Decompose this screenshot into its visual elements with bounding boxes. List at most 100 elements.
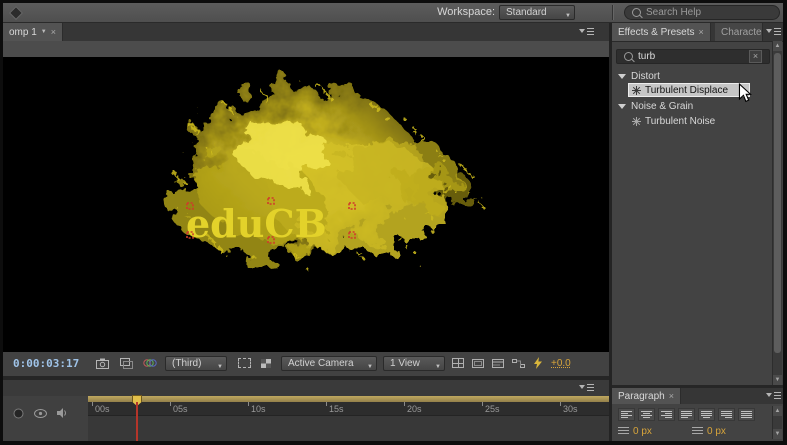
playhead-line[interactable] [136,402,138,441]
right-panel-stack: Effects & Presets × Characte turb × Dist… [612,23,783,441]
effect-item-label: Turbulent Noise [645,115,716,127]
chevron-down-icon: ▼ [217,364,223,370]
paragraph-content: 0 px 0 px ▲ ▼ [612,404,783,441]
panel-menu-icon[interactable] [579,26,594,37]
tab-paragraph[interactable]: Paragraph × [612,388,681,404]
mouse-cursor-icon [738,83,752,103]
close-icon[interactable]: × [669,391,674,401]
channels-icon[interactable] [141,356,159,370]
effects-group-distort[interactable]: Distort [618,69,660,84]
scroll-up-icon[interactable]: ▲ [773,41,782,51]
panel-menu-icon[interactable] [766,390,781,401]
ruler-tick-label: 25s [485,404,500,414]
fast-preview-icon[interactable] [529,356,547,370]
indent-left-icon [618,427,629,436]
timeline-header-bar [3,380,609,397]
eye-icon[interactable] [31,406,49,420]
mini-timeline-icon[interactable] [489,356,507,370]
timeline-left-column [3,396,89,441]
close-icon[interactable]: × [699,27,704,37]
chevron-down-icon: ▼ [565,13,571,19]
camera-view-dropdown[interactable]: Active Camera ▼ [281,356,377,371]
align-center-button[interactable] [638,408,655,421]
help-search-input[interactable]: Search Help [624,5,780,20]
resolution-dropdown[interactable]: (Third) ▼ [165,356,227,371]
scrollbar-thumb[interactable] [774,53,781,353]
view-layout-dropdown[interactable]: 1 View ▼ [383,356,445,371]
ruler-tick-label: 10s [251,404,266,414]
scroll-down-icon[interactable]: ▼ [773,429,782,439]
indent-right-field[interactable]: 0 px [692,426,726,437]
scroll-down-icon[interactable]: ▼ [773,375,782,385]
transparency-grid-icon[interactable] [257,356,275,370]
effects-search-value: turb [638,51,656,62]
align-left-button[interactable] [618,408,635,421]
ruler-tick-label: 30s [563,404,578,414]
align-right-button[interactable] [658,408,675,421]
grid-guides-icon[interactable] [449,356,467,370]
camera-view-value: Active Camera [288,358,354,369]
effects-group-noise-grain[interactable]: Noise & Grain [618,99,693,114]
panel-menu-icon[interactable] [579,382,594,393]
show-snapshot-icon[interactable] [117,356,135,370]
region-of-interest-icon[interactable] [235,356,253,370]
search-icon [632,8,641,17]
effect-item-label: Turbulent Displace [645,84,729,96]
disclosure-triangle-icon[interactable] [618,104,626,109]
scroll-up-icon[interactable]: ▲ [773,406,782,416]
comp-text-layer[interactable]: eduCB [186,201,327,246]
top-toolbar: Workspace: Standard ▼ Search Help [3,3,783,23]
after-effects-window: Workspace: Standard ▼ Search Help omp 1 … [0,0,787,445]
viewer-controls-bar: 0:00:03:17 (Third) ▼ Active Camera ▼ 1 V… [3,352,609,376]
effects-scrollbar[interactable]: ▲ ▼ [772,41,782,385]
toolbar-divider [612,5,614,20]
viewer-menu-icon[interactable]: ▼ [41,29,47,35]
paragraph-scrollbar[interactable]: ▲ ▼ [772,406,782,439]
audio-icon[interactable] [53,406,71,420]
ruler-tick-label: 15s [329,404,344,414]
clear-search-button[interactable]: × [749,50,762,63]
indent-right-icon [692,427,703,436]
effect-item-turbulent-displace[interactable]: Turbulent Displace [628,83,750,97]
workspace-label: Workspace: [437,6,495,18]
composition-viewport[interactable]: eduCB [3,57,609,352]
composition-header-strip [3,41,609,57]
app-icon [8,5,24,21]
tab-comp-1[interactable]: omp 1 ▼ × [3,23,64,41]
indent-right-value: 0 px [707,426,726,437]
disclosure-triangle-icon[interactable] [618,74,626,79]
workspace-dropdown-value: Standard [506,7,547,18]
chevron-down-icon: ▼ [435,364,441,370]
justify-last-left-button[interactable] [678,408,695,421]
justify-last-center-button[interactable] [698,408,715,421]
tab-character[interactable]: Characte [715,23,763,41]
resolution-value: (Third) [172,358,202,369]
effects-search-input[interactable]: turb × [616,49,770,64]
workspace-dropdown[interactable]: Standard ▼ [499,5,575,20]
justify-last-right-button[interactable] [718,408,735,421]
time-ruler-band[interactable]: 00s 05s 10s 15s 20s 25s 30s [88,402,609,416]
tab-effects-presets[interactable]: Effects & Presets × [612,23,711,41]
effect-item-turbulent-noise[interactable]: Turbulent Noise [632,114,715,128]
indent-left-value: 0 px [633,426,652,437]
exposure-field[interactable]: +0.0 [551,358,571,369]
safe-margins-icon[interactable] [469,356,487,370]
close-icon[interactable]: × [51,27,56,37]
justify-all-button[interactable] [738,408,755,421]
timeline-ruler[interactable]: 00s 05s 10s 15s 20s 25s 30s [88,395,609,441]
indent-left-field[interactable]: 0 px [618,426,652,437]
ruler-tick-label: 05s [173,404,188,414]
effect-icon [632,85,641,95]
composition-panel: omp 1 ▼ × eduCB 0:00:03:17 (Third) ▼ Act… [3,23,609,441]
mini-flowchart-icon[interactable] [509,356,527,370]
panel-menu-icon[interactable] [766,26,781,37]
effects-tabbar: Effects & Presets × Characte [612,23,783,42]
record-dot-icon[interactable] [9,406,27,420]
search-icon [624,52,633,61]
chevron-down-icon: ▼ [367,364,373,370]
snapshot-icon[interactable] [93,356,111,370]
effects-group-label: Distort [631,71,660,82]
help-search-placeholder: Search Help [646,7,702,18]
effects-group-label: Noise & Grain [631,101,694,112]
timecode-field[interactable]: 0:00:03:17 [13,357,79,370]
